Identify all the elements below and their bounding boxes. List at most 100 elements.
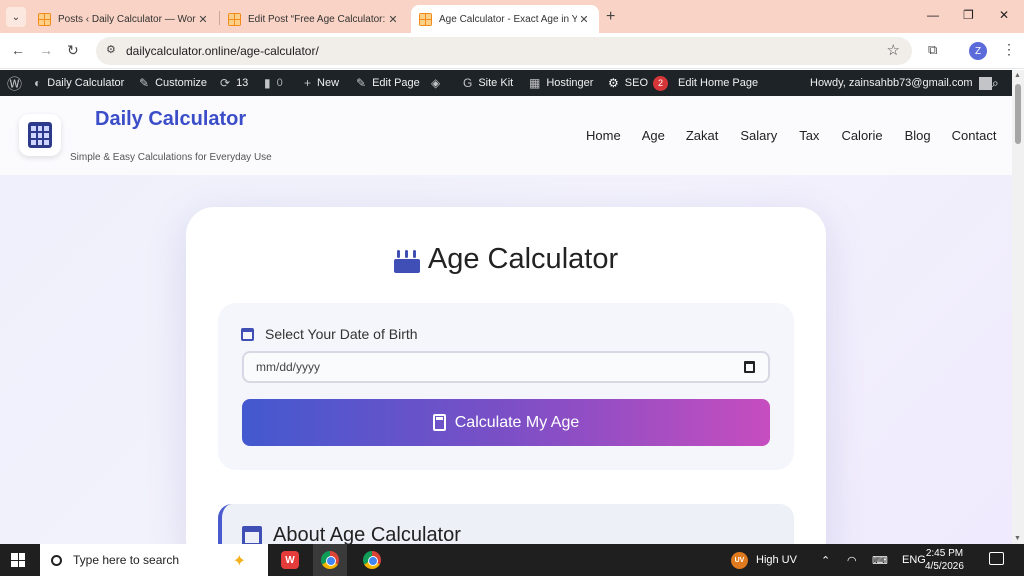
dob-date-input[interactable]: mm/dd/yyyy (242, 351, 770, 383)
chrome-app-icon[interactable] (358, 544, 386, 576)
tab-close-icon[interactable]: ✕ (386, 13, 400, 26)
wp-customize[interactable]: ✎ Customize (139, 70, 207, 96)
clock-date: 4/5/2026 (925, 561, 964, 572)
wp-admin-bar: Ⓦ ◐ Daily Calculator ✎ Customize ⟳ 13 ▮ 0 + N… (0, 70, 1012, 96)
uv-weather-icon: UV (731, 551, 748, 569)
plus-icon: + (304, 76, 312, 90)
wp-edit-home-page[interactable]: Edit Home Page (678, 70, 758, 96)
wp-site-kit[interactable]: G Site Kit (463, 70, 513, 96)
calculator-logo-icon (28, 122, 52, 148)
address-bar[interactable]: ⚙ dailycalculator.online/age-calculator/… (96, 37, 912, 65)
tab-edit-post[interactable]: Edit Post “Free Age Calculator: F ✕ (220, 5, 408, 33)
calculate-age-button[interactable]: Calculate My Age (242, 399, 770, 446)
site-title[interactable]: Daily Calculator (95, 108, 246, 131)
seo-gear-icon: ⚙ (608, 76, 619, 90)
weather-widget[interactable]: UV High UV (731, 544, 797, 576)
notification-center-icon[interactable] (989, 552, 1004, 565)
windows-start-icon[interactable] (11, 553, 25, 567)
about-heading: About Age Calculator (242, 524, 461, 544)
wp-edit-page[interactable]: ✎ Edit Page (356, 70, 420, 96)
comment-icon: ▮ (264, 76, 271, 90)
forward-arrow-icon[interactable]: → (39, 42, 53, 58)
hostinger-icon: ▦ (529, 76, 541, 90)
date-picker-calendar-icon[interactable] (744, 361, 755, 373)
tab-close-icon[interactable]: ✕ (196, 13, 210, 26)
nav-tax[interactable]: Tax (799, 128, 819, 143)
minimize-button[interactable]: — (927, 8, 939, 22)
wp-hostinger[interactable]: ▦ Hostinger (529, 70, 593, 96)
main-navigation: Home Age Zakat Salary Tax Calorie Blog C… (586, 128, 996, 143)
search-highlight-sparkle-icon[interactable]: ✦ (233, 551, 246, 571)
back-arrow-icon[interactable]: ← (11, 42, 25, 58)
wp-site-name[interactable]: ◐ Daily Calculator (34, 70, 124, 96)
weather-text: High UV (756, 554, 797, 566)
page-scrollbar[interactable]: ▲ ▼ (1012, 70, 1024, 544)
nav-age[interactable]: Age (642, 128, 665, 143)
nav-zakat[interactable]: Zakat (686, 128, 719, 143)
tab-close-icon[interactable]: ✕ (577, 13, 591, 26)
brush-icon: ✎ (139, 76, 150, 90)
wp-comments[interactable]: ▮ 0 (264, 70, 283, 96)
google-g-icon: G (463, 76, 473, 90)
tab-search-button[interactable]: ⌄ (6, 7, 26, 27)
scroll-up-arrow-icon[interactable]: ▲ (1014, 72, 1021, 79)
browser-tab-bar: ⌄ Posts ‹ Daily Calculator — Word ✕ Edit… (0, 0, 1024, 33)
taskbar-search-placeholder: Type here to search (73, 553, 180, 567)
wp-new[interactable]: + New (304, 70, 339, 96)
browser-toolbar: ← → ↻ ⚙ dailycalculator.online/age-calcu… (0, 33, 1024, 69)
tab-title: Age Calculator - Exact Age in Yea (439, 13, 577, 25)
wp-updates[interactable]: ⟳ 13 (220, 70, 248, 96)
site-info-icon[interactable]: ⚙ (106, 43, 116, 56)
extensions-icon[interactable]: ⧉ (928, 42, 937, 58)
dob-label-text: Select Your Date of Birth (265, 326, 418, 342)
age-calculator-card: Age Calculator Select Your Date of Birth… (186, 207, 826, 544)
nav-blog[interactable]: Blog (905, 128, 931, 143)
url-text[interactable]: dailycalculator.online/age-calculator/ (126, 44, 319, 58)
updates-icon: ⟳ (220, 76, 231, 90)
language-indicator[interactable]: ENG (902, 544, 926, 576)
site-logo[interactable] (19, 114, 61, 156)
scrollbar-thumb[interactable] (1015, 84, 1021, 144)
windows-taskbar: Type here to search ✦ W UV High UV ⌃ ◠ ⌨… (0, 544, 1024, 576)
tab-title: Edit Post “Free Age Calculator: F (248, 13, 386, 25)
calculator-heading: Age Calculator (186, 243, 826, 276)
new-tab-button[interactable]: + (606, 8, 615, 26)
wp-diamond-plugin[interactable]: ◈ (431, 70, 446, 96)
site-tagline: Simple & Easy Calculations for Everyday … (70, 152, 272, 163)
bookmark-star-icon[interactable]: ☆ (887, 41, 900, 59)
profile-avatar[interactable]: Z (969, 42, 987, 60)
calculate-button-label: Calculate My Age (454, 413, 580, 431)
about-section: About Age Calculator (218, 504, 794, 544)
clock-time: 2:45 PM (925, 548, 964, 559)
show-hidden-icons-chevron-icon[interactable]: ⌃ (821, 544, 830, 576)
nav-contact[interactable]: Contact (952, 128, 997, 143)
tab-posts[interactable]: Posts ‹ Daily Calculator — Word ✕ (30, 5, 218, 33)
wp-seo[interactable]: ⚙ SEO 2 (608, 70, 668, 96)
restore-button[interactable]: ❐ (963, 8, 974, 22)
dob-label: Select Your Date of Birth (241, 326, 418, 342)
nav-salary[interactable]: Salary (740, 128, 777, 143)
keyboard-icon[interactable]: ⌨ (872, 544, 888, 576)
dob-placeholder: mm/dd/yyyy (256, 360, 321, 374)
wifi-icon[interactable]: ◠ (847, 544, 857, 576)
chrome-app-icon-active[interactable] (313, 544, 347, 576)
seo-notification-badge: 2 (653, 75, 668, 91)
nav-home[interactable]: Home (586, 128, 621, 143)
browser-menu-icon[interactable]: ⋮ (1002, 41, 1016, 58)
calculator-title: Age Calculator (427, 243, 619, 275)
wp-howdy-account[interactable]: Howdy, zainsahbb73@gmail.com (810, 70, 992, 96)
wp-search-icon[interactable]: ⌕ (992, 70, 1005, 96)
tab-age-calculator[interactable]: Age Calculator - Exact Age in Yea ✕ (411, 5, 599, 33)
diamond-icon: ◈ (431, 76, 441, 90)
calculator-form: Select Your Date of Birth mm/dd/yyyy Cal… (218, 303, 794, 470)
reload-icon[interactable]: ↻ (67, 42, 79, 59)
dashboard-icon: ◐ (34, 76, 42, 90)
scroll-down-arrow-icon[interactable]: ▼ (1014, 535, 1021, 542)
window-close-button[interactable]: ✕ (999, 8, 1009, 22)
system-clock[interactable]: 2:45 PM 4/5/2026 (925, 547, 964, 573)
site-header: Daily Calculator Simple & Easy Calculati… (0, 96, 1012, 175)
taskbar-search-box[interactable]: Type here to search ✦ (40, 544, 268, 576)
wordpress-logo-icon[interactable]: Ⓦ (7, 70, 22, 96)
nav-calorie[interactable]: Calorie (841, 128, 882, 143)
wps-office-app-icon[interactable]: W (281, 551, 299, 569)
